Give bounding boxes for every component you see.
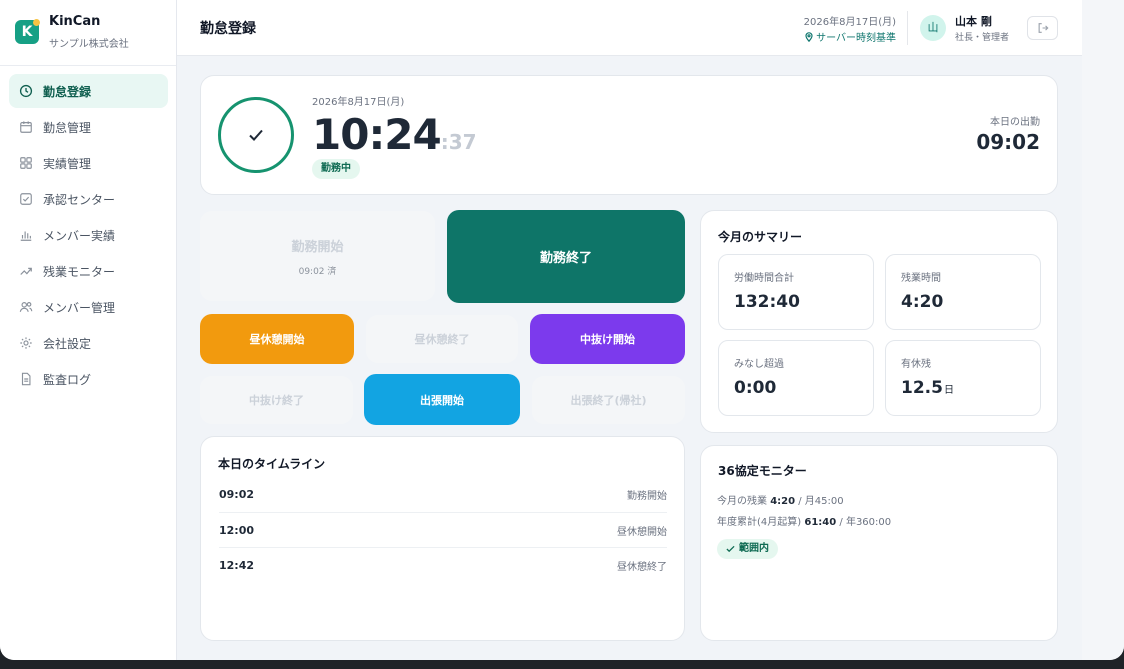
monitor-title: 36協定モニター	[718, 464, 807, 478]
sidebar-item-label: 残業モニター	[43, 264, 116, 279]
break-start-button[interactable]: 昼休憩開始	[200, 314, 354, 364]
status-badge: 勤務中	[312, 159, 360, 179]
stat-label: 残業時間	[901, 273, 941, 284]
top-header: 勤怠登録 2026年8月17日(月) サーバー時刻基準 山 山本 剛 社長・管理…	[177, 0, 1082, 56]
monthly-summary-card: 今月のサマリー 労働時間合計 132:40 残業時間 4:20 みなし超過 0:…	[700, 210, 1058, 433]
stat-paid-leave: 有休残 12.5日	[885, 340, 1041, 416]
sidebar-item-label: 勤怠登録	[43, 84, 92, 99]
start-work-label: 勤務開始	[291, 239, 344, 255]
stat-value: 132:40	[734, 292, 800, 312]
current-seconds: :37	[440, 130, 477, 154]
header-date: 2026年8月17日(月)	[803, 17, 896, 28]
window-edge	[1082, 0, 1124, 660]
logout-icon	[1037, 19, 1049, 38]
server-time-label: サーバー時刻基準	[805, 29, 896, 45]
sidebar-item-label: 実績管理	[43, 156, 92, 171]
sidebar-nav: 勤怠登録 勤怠管理 実績管理 承認センター メンバー実績 残業モニター メンバー…	[9, 74, 168, 398]
stat-total-hours: 労働時間合計 132:40	[718, 254, 874, 330]
sidebar-item-label: 承認センター	[43, 192, 116, 207]
user-role: 社長・管理者	[955, 33, 1010, 43]
grid-icon	[19, 156, 33, 170]
status-check-icon	[218, 97, 294, 173]
gear-icon	[19, 336, 33, 350]
timeline-time: 09:02	[219, 488, 255, 501]
clock-icon	[19, 84, 33, 98]
user-name: 山本 剛	[955, 15, 992, 28]
stat-deemed-excess: みなし超過 0:00	[718, 340, 874, 416]
avatar[interactable]: 山	[920, 15, 946, 41]
brand: K KinCan サンプル株式会社	[0, 0, 176, 66]
page-title: 勤怠登録	[200, 21, 256, 37]
break-end-button[interactable]: 昼休憩終了	[366, 315, 518, 363]
sidebar-item-attendance-management[interactable]: 勤怠管理	[9, 110, 168, 144]
trend-icon	[19, 264, 33, 278]
clock-in-time: 09:02	[976, 130, 1040, 154]
timeline-row: 12:00 昼休憩開始	[219, 513, 667, 548]
sidebar-item-company-settings[interactable]: 会社設定	[9, 326, 168, 360]
stat-value: 0:00	[734, 378, 777, 398]
sidebar: K KinCan サンプル株式会社 勤怠登録 勤怠管理 実績管理 承認センター	[0, 0, 177, 660]
logout-button[interactable]	[1027, 16, 1058, 40]
sidebar-item-member-performance[interactable]: メンバー実績	[9, 218, 168, 252]
header-divider	[907, 11, 908, 45]
timeline-event: 昼休憩終了	[617, 562, 667, 573]
clock-card: 2026年8月17日(月) 10:24:37 勤務中 本日の出勤 09:02	[200, 75, 1058, 195]
stat-label: 労働時間合計	[734, 273, 794, 284]
sidebar-item-approval[interactable]: 承認センター	[9, 182, 168, 216]
calendar-icon	[19, 120, 33, 134]
sidebar-item-label: 監査ログ	[43, 372, 92, 387]
sidebar-item-member-management[interactable]: メンバー管理	[9, 290, 168, 324]
stat-value: 12.5日	[901, 378, 954, 398]
app-logo: K	[15, 19, 40, 44]
within-range-badge: 範囲内	[717, 539, 778, 559]
timeline-row: 09:02 勤務開始	[219, 477, 667, 512]
sidebar-item-audit-log[interactable]: 監査ログ	[9, 362, 168, 396]
timeline-row: 12:42 昼休憩終了	[219, 548, 667, 583]
step-out-end-button[interactable]: 中抜け終了	[200, 376, 353, 424]
timeline-card: 本日のタイムライン 09:02 勤務開始 12:00 昼休憩開始 12:42 昼…	[200, 436, 685, 641]
agreement-36-monitor-card: 36協定モニター 今月の残業 4:20 / 月45:00 年度累計(4月起算) …	[700, 445, 1058, 641]
summary-title: 今月のサマリー	[718, 230, 803, 244]
timeline-event: 昼休憩開始	[617, 527, 667, 538]
clock-date: 2026年8月17日(月)	[312, 97, 405, 108]
check-icon	[726, 545, 735, 553]
company-name: サンプル株式会社	[49, 39, 129, 50]
business-trip-start-button[interactable]: 出張開始	[364, 374, 520, 425]
clock-in-label: 本日の出勤	[990, 117, 1040, 128]
business-trip-end-button[interactable]: 出張終了(帰社)	[532, 376, 685, 424]
start-work-button[interactable]: 勤務開始 09:02 済	[200, 211, 435, 301]
sidebar-item-label: 会社設定	[43, 336, 92, 351]
sidebar-item-label: メンバー管理	[43, 300, 116, 315]
end-work-button[interactable]: 勤務終了	[447, 210, 685, 303]
stat-overtime: 残業時間 4:20	[885, 254, 1041, 330]
location-pin-icon	[805, 32, 813, 45]
stat-value: 4:20	[901, 292, 944, 312]
sidebar-item-overtime-monitor[interactable]: 残業モニター	[9, 254, 168, 288]
monthly-overtime-line: 今月の残業 4:20 / 月45:00	[717, 496, 844, 507]
step-out-start-button[interactable]: 中抜け開始	[530, 314, 685, 364]
sidebar-item-label: 勤怠管理	[43, 120, 92, 135]
timeline-title: 本日のタイムライン	[218, 457, 326, 471]
document-icon	[19, 372, 33, 386]
timeline-time: 12:42	[219, 559, 255, 572]
check-square-icon	[19, 192, 33, 206]
users-icon	[19, 300, 33, 314]
sidebar-item-performance[interactable]: 実績管理	[9, 146, 168, 180]
yearly-overtime-line: 年度累計(4月起算) 61:40 / 年360:00	[717, 517, 892, 528]
stat-label: みなし超過	[734, 359, 784, 370]
timeline-event: 勤務開始	[627, 491, 667, 502]
brand-name: KinCan	[49, 14, 101, 29]
timeline-time: 12:00	[219, 524, 255, 537]
stat-label: 有休残	[901, 359, 931, 370]
start-work-done-label: 09:02 済	[298, 266, 337, 277]
app-window: K KinCan サンプル株式会社 勤怠登録 勤怠管理 実績管理 承認センター	[0, 0, 1124, 660]
sidebar-item-attendance-entry[interactable]: 勤怠登録	[9, 74, 168, 108]
sidebar-item-label: メンバー実績	[43, 228, 116, 243]
bar-chart-icon	[19, 228, 33, 242]
